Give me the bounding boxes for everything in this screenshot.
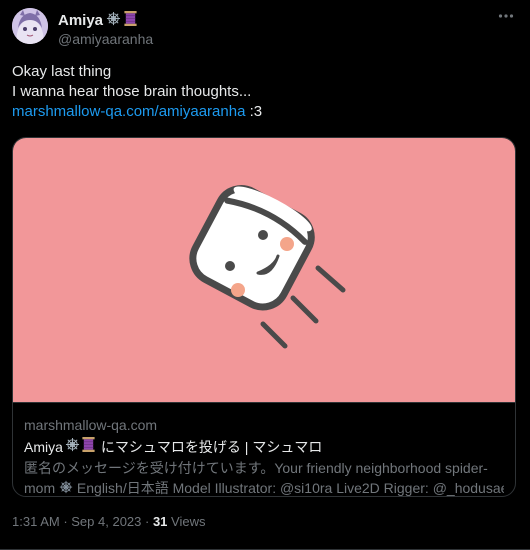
- card-image[interactable]: [13, 138, 515, 402]
- card-description: 匿名のメッセージを受け付けています。Your friendly neighbor…: [24, 458, 504, 496]
- footer-separator: ·: [59, 514, 72, 529]
- tweet-footer: 1:31 AM · Sep 4, 2023 · 31 Views: [12, 514, 205, 529]
- spider-web-icon: [65, 437, 80, 457]
- avatar[interactable]: [12, 8, 48, 44]
- tweet-time[interactable]: 1:31 AM: [12, 514, 60, 529]
- card-desc-line-2-start: mom: [24, 480, 56, 496]
- card-desc-line-2-rest: English/日本語 Model Illustrator: @si10ra L…: [76, 480, 504, 496]
- card-title: Amiya にマシュマロを投げる | マシュマロ: [24, 437, 504, 457]
- footer-separator: ·: [141, 514, 153, 529]
- thread-spool-icon: [124, 11, 137, 30]
- tweet-suffix: :3: [249, 103, 263, 120]
- more-options-button[interactable]: [496, 6, 516, 26]
- tweet-date[interactable]: Sep 4, 2023: [71, 514, 141, 529]
- thread-spool-icon: [82, 437, 95, 457]
- more-options-icon: [498, 14, 514, 18]
- card-meta[interactable]: marshmallow-qa.com Amiya にマシュマロを投げる | マシ…: [13, 402, 515, 496]
- card-title-rest: にマシュマロを投げる | マシュマロ: [100, 439, 323, 455]
- card-domain: marshmallow-qa.com: [24, 417, 158, 433]
- card-desc-line-2: mom English/日本語 Model Illustrator: @si10…: [24, 478, 504, 496]
- card-title-name: Amiya: [24, 439, 63, 455]
- marshmallow-logo-icon: [189, 185, 346, 349]
- avatar-image: [12, 8, 48, 44]
- author-name-line[interactable]: Amiya: [58, 11, 137, 30]
- author-name[interactable]: Amiya: [58, 12, 103, 29]
- author-handle[interactable]: @amiyaaranha: [58, 31, 153, 47]
- tweet-line-3: marshmallow-qa.com/amiyaaranha :3: [12, 102, 512, 122]
- link-preview-card[interactable]: marshmallow-qa.com Amiya にマシュマロを投げる | マシ…: [12, 137, 516, 497]
- tweet-text: Okay last thing I wanna hear those brain…: [12, 62, 512, 122]
- views-label: Views: [167, 514, 206, 529]
- spider-web-icon: [59, 479, 73, 496]
- tweet-line-2: I wanna hear those brain thoughts...: [12, 83, 252, 100]
- spider-web-icon: [106, 11, 121, 30]
- views-count: 31: [152, 514, 168, 529]
- card-desc-line-1: 匿名のメッセージを受け付けています。Your friendly neighbor…: [24, 460, 488, 476]
- tweet-link[interactable]: marshmallow-qa.com/amiyaaranha: [12, 103, 245, 120]
- tweet-line-1: Okay last thing: [12, 63, 112, 80]
